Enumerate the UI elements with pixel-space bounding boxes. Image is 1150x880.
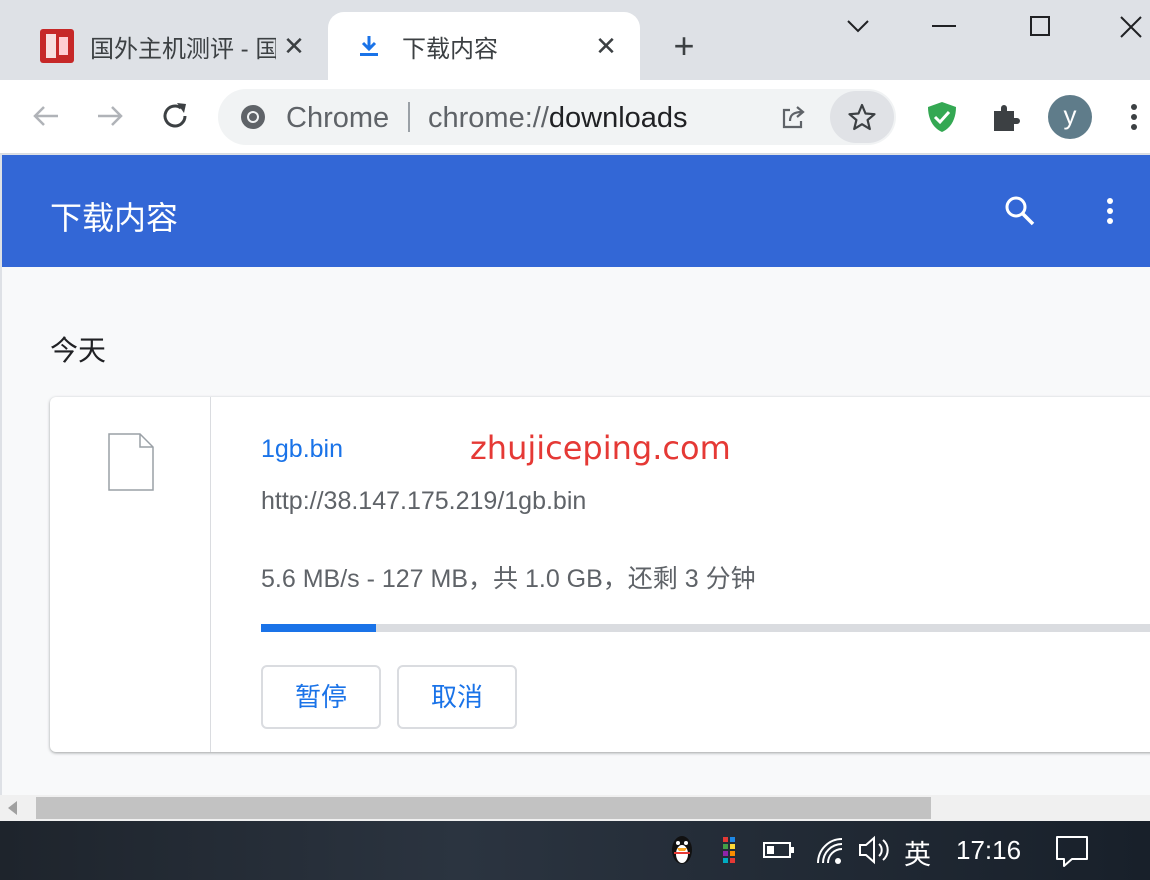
input-method-indicator[interactable]: 英 xyxy=(904,833,931,872)
page-title: 下载内容 xyxy=(50,200,179,236)
download-progress-bar xyxy=(261,624,1150,632)
scrollbar-thumb[interactable] xyxy=(36,797,931,819)
file-icon xyxy=(108,433,154,491)
tab-active[interactable]: 下载内容 ✕ xyxy=(328,12,640,80)
profile-avatar[interactable]: y xyxy=(1048,95,1092,139)
star-icon xyxy=(848,103,876,131)
notification-center-icon[interactable] xyxy=(1054,833,1090,869)
close-window-icon[interactable] xyxy=(1110,6,1150,46)
download-item-card: 1gb.bin zhujiceping.com http://38.147.17… xyxy=(50,397,1150,752)
url-path: downloads xyxy=(548,102,688,134)
tab-title: 下载内容 xyxy=(402,35,498,63)
download-icon xyxy=(360,36,378,56)
site-favicon-icon xyxy=(40,29,74,63)
color-app-tray-icon[interactable] xyxy=(720,833,740,867)
maximize-icon[interactable] xyxy=(1020,6,1060,46)
site-chip-label: Chrome xyxy=(286,102,390,134)
tab-title: 国外主机测评 - 国 xyxy=(90,35,276,63)
section-date-heading: 今天 xyxy=(50,335,107,366)
minimize-icon[interactable] xyxy=(924,6,964,46)
share-icon[interactable] xyxy=(778,102,808,132)
downloads-page: 下载内容 今天 1gb.bin zhujiceping.com http://3… xyxy=(2,155,1150,795)
wifi-icon[interactable] xyxy=(814,833,846,867)
file-icon-column xyxy=(50,397,211,752)
page-menu-icon[interactable] xyxy=(1098,193,1122,229)
tab-close-icon[interactable]: ✕ xyxy=(592,32,620,60)
forward-icon[interactable] xyxy=(92,98,128,134)
url-text[interactable]: chrome://downloads xyxy=(428,102,688,135)
tab-search-chevron-icon[interactable] xyxy=(838,6,878,46)
search-icon[interactable] xyxy=(1002,193,1038,229)
qq-penguin-icon[interactable] xyxy=(668,833,696,867)
reload-icon[interactable] xyxy=(157,98,193,134)
file-name-link[interactable]: 1gb.bin xyxy=(261,435,343,464)
tab-close-icon[interactable]: ✕ xyxy=(280,32,308,60)
scroll-left-arrow-icon[interactable] xyxy=(8,801,17,815)
download-status: 5.6 MB/s - 127 MB，共 1.0 GB，还剩 3 分钟 xyxy=(261,565,756,593)
download-progress-fill xyxy=(261,624,377,632)
clock[interactable]: 17:16 xyxy=(956,835,1021,866)
tab-strip: 国外主机测评 - 国 ✕ 下载内容 ✕ + xyxy=(0,0,1150,80)
back-icon[interactable] xyxy=(28,98,64,134)
tab-inactive[interactable]: 国外主机测评 - 国 ✕ xyxy=(0,12,328,80)
file-source-url[interactable]: http://38.147.175.219/1gb.bin xyxy=(261,487,586,516)
bookmark-button[interactable] xyxy=(830,91,894,143)
chrome-icon xyxy=(241,105,265,129)
taskbar: 英 17:16 xyxy=(0,821,1150,880)
omnibox[interactable]: Chrome chrome://downloads xyxy=(218,89,896,145)
new-tab-button[interactable]: + xyxy=(664,26,704,66)
browser-toolbar: Chrome chrome://downloads y xyxy=(0,80,1150,154)
omnibox-divider xyxy=(408,102,410,132)
cancel-button[interactable]: 取消 xyxy=(397,665,517,729)
battery-icon[interactable] xyxy=(762,833,796,867)
volume-icon[interactable] xyxy=(856,833,892,867)
extensions-puzzle-icon[interactable] xyxy=(988,99,1024,135)
browser-menu-icon[interactable] xyxy=(1124,99,1144,135)
url-scheme: chrome:// xyxy=(428,102,549,134)
watermark-text: zhujiceping.com xyxy=(470,429,731,467)
pause-button[interactable]: 暂停 xyxy=(261,665,381,729)
page-header: 下载内容 xyxy=(2,155,1150,267)
adguard-shield-icon[interactable] xyxy=(924,99,960,135)
horizontal-scrollbar[interactable] xyxy=(0,795,1150,821)
